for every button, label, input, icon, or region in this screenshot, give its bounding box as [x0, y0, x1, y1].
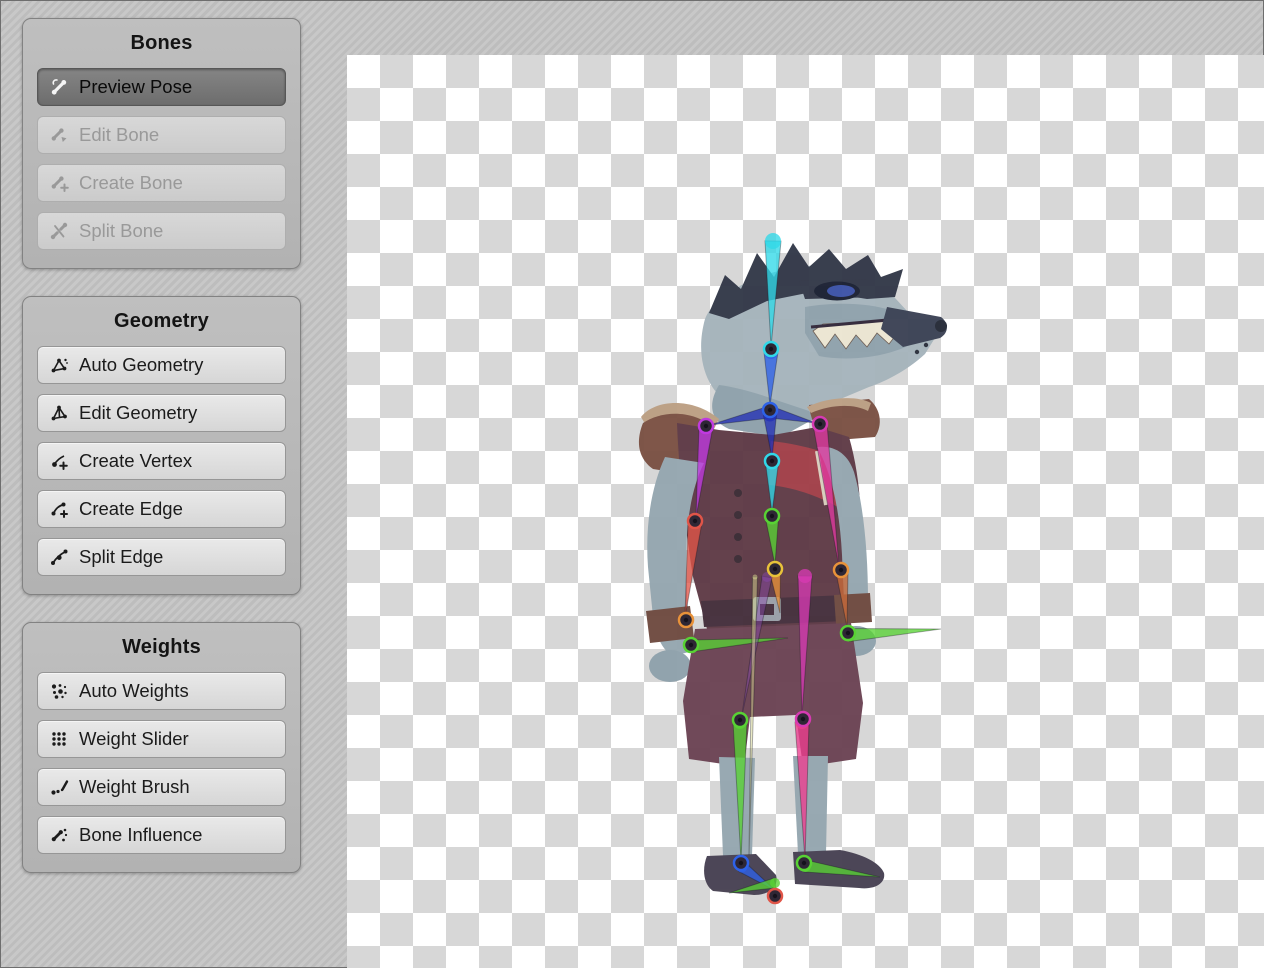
split-edge-icon — [49, 547, 69, 567]
preview-pose-icon — [49, 77, 69, 97]
create-bone-button[interactable]: Create Bone — [37, 164, 286, 202]
split-bone-button[interactable]: Split Bone — [37, 212, 286, 250]
auto-weights-button[interactable]: Auto Weights — [37, 672, 286, 710]
panel-weights-title: Weights — [37, 623, 286, 672]
bone-influence-icon — [49, 825, 69, 845]
preview-pose-button[interactable]: Preview Pose — [37, 68, 286, 106]
button-label: Create Edge — [79, 498, 183, 520]
button-label: Preview Pose — [79, 76, 192, 98]
edit-bone-icon — [49, 125, 69, 145]
character-sprite — [639, 243, 947, 895]
button-label: Weight Slider — [79, 728, 189, 750]
button-label: Create Vertex — [79, 450, 192, 472]
button-label: Auto Geometry — [79, 354, 203, 376]
button-label: Weight Brush — [79, 776, 190, 798]
sprite-canvas[interactable] — [347, 55, 1264, 968]
auto-geometry-icon — [49, 355, 69, 375]
weight-brush-button[interactable]: Weight Brush — [37, 768, 286, 806]
auto-weights-icon — [49, 681, 69, 701]
create-vertex-icon — [49, 451, 69, 471]
edit-geometry-icon — [49, 403, 69, 423]
button-label: Bone Influence — [79, 824, 202, 846]
button-label: Auto Weights — [79, 680, 189, 702]
panel-bones: Bones Preview Pose Edit Bone Create Bone… — [22, 18, 301, 269]
weight-brush-icon — [49, 777, 69, 797]
button-label: Edit Geometry — [79, 402, 197, 424]
button-label: Split Edge — [79, 546, 163, 568]
button-label: Split Bone — [79, 220, 163, 242]
panel-bones-title: Bones — [37, 19, 286, 68]
bone-influence-button[interactable]: Bone Influence — [37, 816, 286, 854]
create-bone-icon — [49, 173, 69, 193]
auto-geometry-button[interactable]: Auto Geometry — [37, 346, 286, 384]
edit-bone-button[interactable]: Edit Bone — [37, 116, 286, 154]
create-vertex-button[interactable]: Create Vertex — [37, 442, 286, 480]
panel-weights: Weights Auto Weights Weight Slider Weigh… — [22, 622, 301, 873]
panel-geometry-title: Geometry — [37, 297, 286, 346]
split-edge-button[interactable]: Split Edge — [37, 538, 286, 576]
weight-slider-icon — [49, 729, 69, 749]
button-label: Edit Bone — [79, 124, 159, 146]
skinning-editor-window: Bones Preview Pose Edit Bone Create Bone… — [0, 0, 1264, 968]
weight-slider-button[interactable]: Weight Slider — [37, 720, 286, 758]
canvas-svg — [347, 55, 1264, 968]
panel-geometry: Geometry Auto Geometry Edit Geometry Cre… — [22, 296, 301, 595]
create-edge-button[interactable]: Create Edge — [37, 490, 286, 528]
split-bone-icon — [49, 221, 69, 241]
create-edge-icon — [49, 499, 69, 519]
button-label: Create Bone — [79, 172, 183, 194]
edit-geometry-button[interactable]: Edit Geometry — [37, 394, 286, 432]
